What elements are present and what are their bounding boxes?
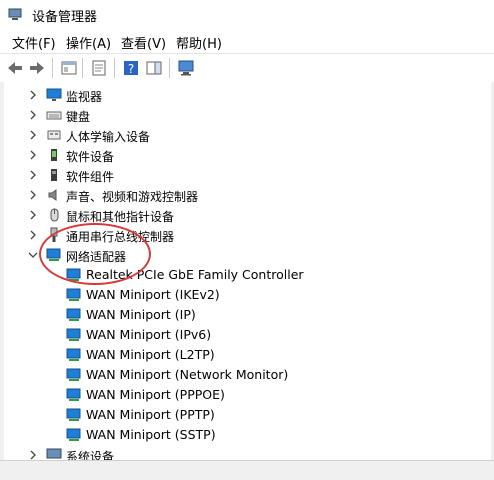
tree-category-row[interactable]: 监视器	[4, 85, 490, 105]
network-adapter-icon	[66, 287, 82, 303]
toolbar: ?	[0, 53, 494, 83]
chevron-right-icon[interactable]	[28, 208, 38, 222]
network-adapter-icon	[66, 427, 82, 443]
monitor-icon	[46, 87, 62, 103]
svg-text:?: ?	[128, 62, 134, 76]
chevron-right-icon[interactable]	[28, 88, 38, 102]
menu-bar: 文件(F) 操作(A) 查看(V) 帮助(H)	[0, 30, 494, 52]
chevron-right-icon[interactable]	[28, 168, 38, 182]
tree-device-label: WAN Miniport (PPTP)	[86, 407, 215, 422]
tree-device-row[interactable]: WAN Miniport (IP)	[4, 305, 490, 325]
action-pane-icon[interactable]	[144, 58, 164, 78]
menu-file[interactable]: 文件(F)	[12, 33, 56, 52]
tree-device-label: WAN Miniport (SSTP)	[86, 427, 216, 442]
tree-category-label: 软件组件	[66, 170, 115, 184]
chevron-right-icon[interactable]	[28, 128, 38, 142]
tree-device-label: WAN Miniport (IPv6)	[86, 327, 212, 342]
tree-device-label: WAN Miniport (IKEv2)	[86, 287, 220, 302]
mouse-icon	[46, 207, 62, 223]
tree-category-label: 人体学输入设备	[66, 130, 151, 144]
tree-device-row[interactable]: WAN Miniport (PPPOE)	[4, 385, 490, 405]
chevron-right-icon[interactable]	[28, 148, 38, 162]
hid-icon	[46, 127, 62, 143]
tree-device-row[interactable]: WAN Miniport (IPv6)	[4, 325, 490, 345]
keyboard-icon	[46, 107, 62, 123]
network-adapter-icon	[66, 407, 82, 423]
scan-hardware-icon[interactable]	[176, 58, 196, 78]
tree-category-label: 声音、视频和游戏控制器	[66, 190, 199, 204]
window-title: 设备管理器	[32, 10, 98, 25]
chevron-right-icon[interactable]	[28, 108, 38, 122]
network-adapter-icon	[66, 307, 82, 323]
tree-category-row[interactable]: 鼠标和其他指针设备	[4, 205, 490, 225]
menu-action[interactable]: 操作(A)	[66, 33, 111, 52]
menu-view[interactable]: 查看(V)	[121, 33, 166, 52]
software-component-icon	[46, 167, 62, 183]
tree-device-label: WAN Miniport (Network Monitor)	[86, 367, 289, 382]
show-hide-console-icon[interactable]	[59, 58, 79, 78]
tree-category-label: 鼠标和其他指针设备	[66, 210, 175, 224]
tree-device-row[interactable]: WAN Miniport (PPTP)	[4, 405, 490, 425]
network-adapter-icon	[66, 367, 82, 383]
chevron-right-icon[interactable]	[28, 228, 38, 242]
tree-device-label: WAN Miniport (L2TP)	[86, 347, 215, 362]
status-bar	[0, 460, 494, 480]
network-adapter-icon	[66, 327, 82, 343]
tree-category-label: 监视器	[66, 90, 103, 104]
tree-device-label: WAN Miniport (PPPOE)	[86, 387, 225, 402]
back-arrow-icon[interactable]	[5, 58, 25, 78]
tree-device-row[interactable]: WAN Miniport (Network Monitor)	[4, 365, 490, 385]
tree-device-label: WAN Miniport (IP)	[86, 307, 196, 322]
tree-device-row[interactable]: WAN Miniport (SSTP)	[4, 425, 490, 445]
chevron-right-icon[interactable]	[28, 188, 38, 202]
help-icon[interactable]: ?	[121, 58, 141, 78]
title-bar: 设备管理器	[0, 0, 494, 30]
tree-device-row[interactable]: WAN Miniport (L2TP)	[4, 345, 490, 365]
tree-category-row[interactable]: 人体学输入设备	[4, 125, 490, 145]
tree-category-row[interactable]: 键盘	[4, 105, 490, 125]
network-adapter-icon	[66, 347, 82, 363]
network-adapter-icon	[66, 387, 82, 403]
forward-arrow-icon[interactable]	[27, 58, 47, 78]
software-device-icon	[46, 147, 62, 163]
tree-category-row[interactable]: 软件组件	[4, 165, 490, 185]
tree-category-row[interactable]: 软件设备	[4, 145, 490, 165]
speaker-icon	[46, 187, 62, 203]
menu-help[interactable]: 帮助(H)	[176, 33, 222, 52]
highlight-circle	[39, 223, 151, 285]
device-manager-icon	[8, 8, 22, 20]
chevron-down-icon[interactable]	[28, 248, 38, 262]
tree-category-row[interactable]: 声音、视频和游戏控制器	[4, 185, 490, 205]
tree-device-row[interactable]: WAN Miniport (IKEv2)	[4, 285, 490, 305]
properties-icon[interactable]	[89, 58, 109, 78]
tree-category-label: 软件设备	[66, 150, 115, 164]
tree-category-label: 键盘	[66, 110, 91, 124]
